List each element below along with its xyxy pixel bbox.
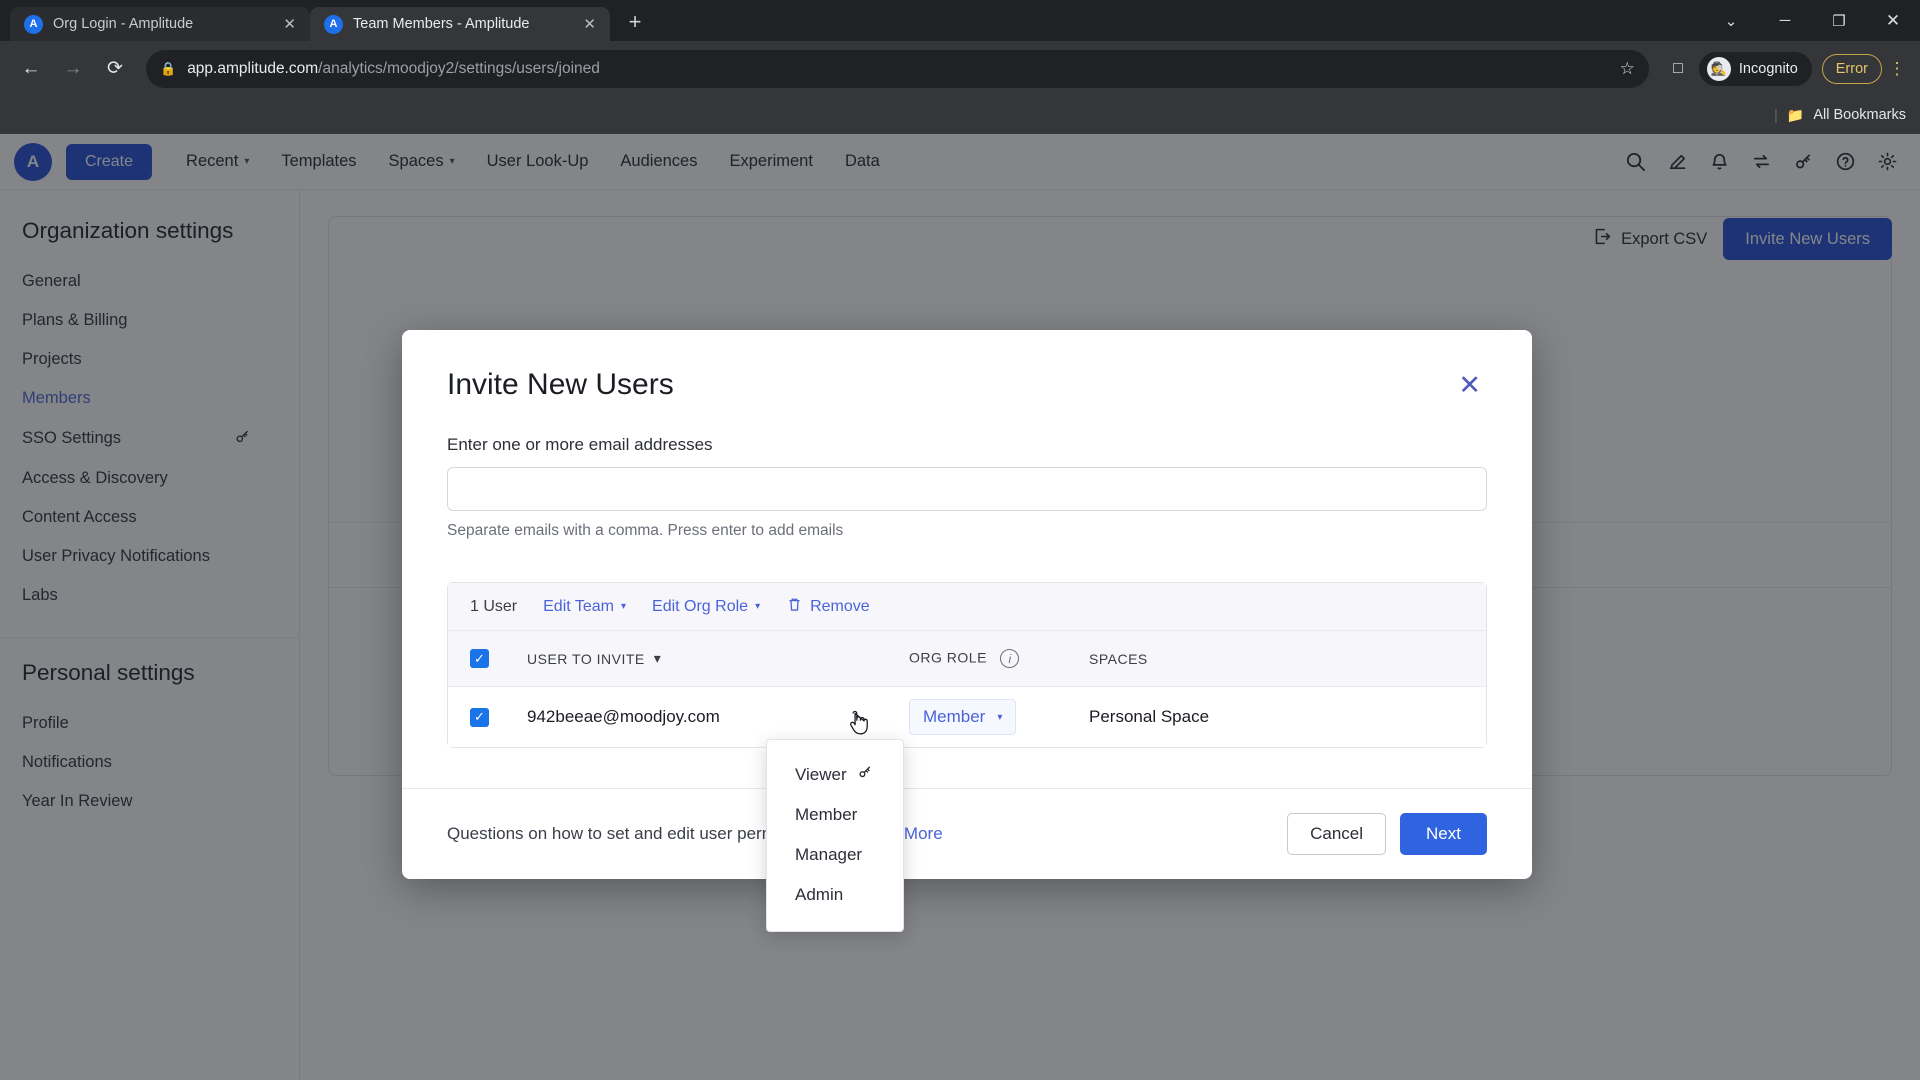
new-tab-button[interactable]: +	[618, 5, 652, 39]
org-role-value: Member	[923, 707, 986, 726]
tab-search-icon[interactable]: ⌄	[1704, 0, 1758, 41]
modal-body: Invite New Users ✕ Enter one or more ema…	[402, 330, 1532, 932]
address-bar[interactable]: 🔒 app.amplitude.com/analytics/moodjoy2/s…	[146, 49, 1649, 88]
close-window-button[interactable]: ✕	[1866, 0, 1920, 41]
edit-org-role-label: Edit Org Role	[652, 597, 749, 615]
url-domain: app.amplitude.com	[187, 59, 319, 77]
role-option-viewer[interactable]: Viewer	[767, 754, 903, 795]
page-content: A Create Recent ▾ Templates Spaces ▾ Use…	[0, 134, 1920, 1080]
email-input[interactable]	[447, 467, 1487, 511]
role-option-label: Admin	[795, 885, 844, 904]
role-option-label: Viewer	[795, 764, 847, 784]
role-option-label: Member	[795, 805, 858, 824]
error-badge[interactable]: Error	[1821, 53, 1882, 84]
role-option-member[interactable]: Member	[767, 795, 903, 835]
next-button[interactable]: Next	[1400, 813, 1487, 855]
table-toolbar: 1 User Edit Team ▾ Edit Org Role ▾ Remov…	[448, 583, 1486, 631]
remove-button[interactable]: Remove	[786, 596, 870, 618]
tab-strip: A Org Login - Amplitude ✕ A Team Members…	[0, 0, 1920, 41]
reload-icon[interactable]: ⟳	[96, 50, 134, 88]
row-email: 942beeae@moodjoy.com	[527, 707, 720, 726]
edit-team-label: Edit Team	[543, 597, 614, 615]
browser-menu-icon[interactable]: ⋮	[1886, 59, 1908, 79]
role-option-label: Manager	[795, 845, 863, 864]
all-bookmarks-label[interactable]: All Bookmarks	[1813, 107, 1906, 123]
forward-icon[interactable]: →	[54, 50, 92, 88]
table-row: ✓ 942beeae@moodjoy.com Member ▾ Personal…	[448, 687, 1486, 932]
folder-icon: 📁	[1786, 106, 1805, 123]
tab-title: Team Members - Amplitude	[353, 16, 530, 32]
amplitude-icon: A	[24, 14, 43, 34]
modal-header: Invite New Users ✕	[447, 368, 1487, 403]
header-label: ORG ROLE	[909, 649, 987, 666]
info-icon[interactable]: i	[1000, 649, 1020, 668]
table-header-row: ✓ USER TO INVITE ▾ ORG ROLE i SPACES	[448, 631, 1486, 687]
modal-footer: Questions on how to set and edit user pe…	[402, 788, 1532, 879]
window-controls: ⌄ ─ ❐ ✕	[1704, 0, 1920, 41]
modal-title: Invite New Users	[447, 368, 674, 401]
footer-buttons: Cancel Next	[1287, 813, 1487, 855]
browser-toolbar: ← → ⟳ 🔒 app.amplitude.com/analytics/mood…	[0, 41, 1920, 96]
chevron-down-icon: ▾	[997, 711, 1003, 723]
incognito-profile-button[interactable]: 🕵 Incognito	[1698, 51, 1812, 86]
url-path: /analytics/moodjoy2/settings/users/joine…	[318, 59, 600, 77]
sort-caret-icon: ▾	[653, 650, 662, 666]
select-all-checkbox[interactable]: ✓	[470, 649, 489, 668]
chevron-down-icon: ▾	[755, 601, 761, 612]
header-org-role: ORG ROLE i	[909, 649, 1089, 668]
side-panel-icon[interactable]: □	[1661, 52, 1695, 86]
back-icon[interactable]: ←	[12, 50, 50, 88]
org-role-dropdown-button[interactable]: Member ▾	[909, 699, 1017, 735]
sparkle-key-icon	[857, 764, 873, 785]
user-count-label: 1 User	[470, 597, 518, 615]
header-spaces: SPACES	[1089, 650, 1148, 667]
row-checkbox[interactable]: ✓	[470, 707, 489, 727]
incognito-label: Incognito	[1738, 60, 1798, 77]
browser-tab-2[interactable]: A Team Members - Amplitude ✕	[310, 7, 610, 41]
bookmarks-bar: | 📁 All Bookmarks	[0, 96, 1920, 134]
org-role-dropdown-menu: Viewer Member Manager Admin	[766, 739, 904, 932]
chevron-down-icon: ▾	[620, 601, 627, 612]
close-icon[interactable]: ✕	[579, 15, 600, 33]
edit-org-role-button[interactable]: Edit Org Role ▾	[652, 598, 760, 616]
invite-new-users-modal: Invite New Users ✕ Enter one or more ema…	[402, 330, 1532, 932]
bookmarks-separator: |	[1773, 106, 1778, 124]
tab-title: Org Login - Amplitude	[53, 16, 194, 32]
address-bar-url: app.amplitude.com/analytics/moodjoy2/set…	[187, 60, 600, 78]
lock-icon: 🔒	[160, 60, 177, 76]
email-field-label: Enter one or more email addresses	[447, 435, 713, 454]
browser-window: A Org Login - Amplitude ✕ A Team Members…	[0, 0, 1920, 1080]
maximize-button[interactable]: ❐	[1812, 0, 1866, 41]
remove-label: Remove	[810, 597, 870, 615]
close-icon[interactable]: ✕	[279, 15, 300, 33]
close-icon[interactable]: ✕	[1452, 368, 1487, 403]
incognito-icon: 🕵	[1706, 56, 1731, 81]
header-user-to-invite[interactable]: USER TO INVITE ▾	[489, 650, 909, 667]
cancel-button[interactable]: Cancel	[1287, 813, 1387, 855]
role-option-admin[interactable]: Admin	[767, 875, 903, 915]
minimize-button[interactable]: ─	[1758, 0, 1812, 41]
row-spaces: Personal Space	[1089, 707, 1210, 726]
trash-icon	[786, 596, 803, 618]
row-role-cell: Member ▾	[909, 699, 1089, 735]
email-hint: Separate emails with a comma. Press ente…	[447, 522, 844, 539]
header-label: USER TO INVITE	[527, 650, 645, 667]
edit-team-button[interactable]: Edit Team ▾	[543, 598, 626, 616]
browser-tab-1[interactable]: A Org Login - Amplitude ✕	[10, 7, 310, 41]
invite-users-table: 1 User Edit Team ▾ Edit Org Role ▾ Remov…	[447, 582, 1487, 932]
role-option-manager[interactable]: Manager	[767, 835, 903, 875]
amplitude-icon: A	[324, 14, 343, 34]
bookmark-star-icon[interactable]: ☆	[1620, 59, 1635, 79]
